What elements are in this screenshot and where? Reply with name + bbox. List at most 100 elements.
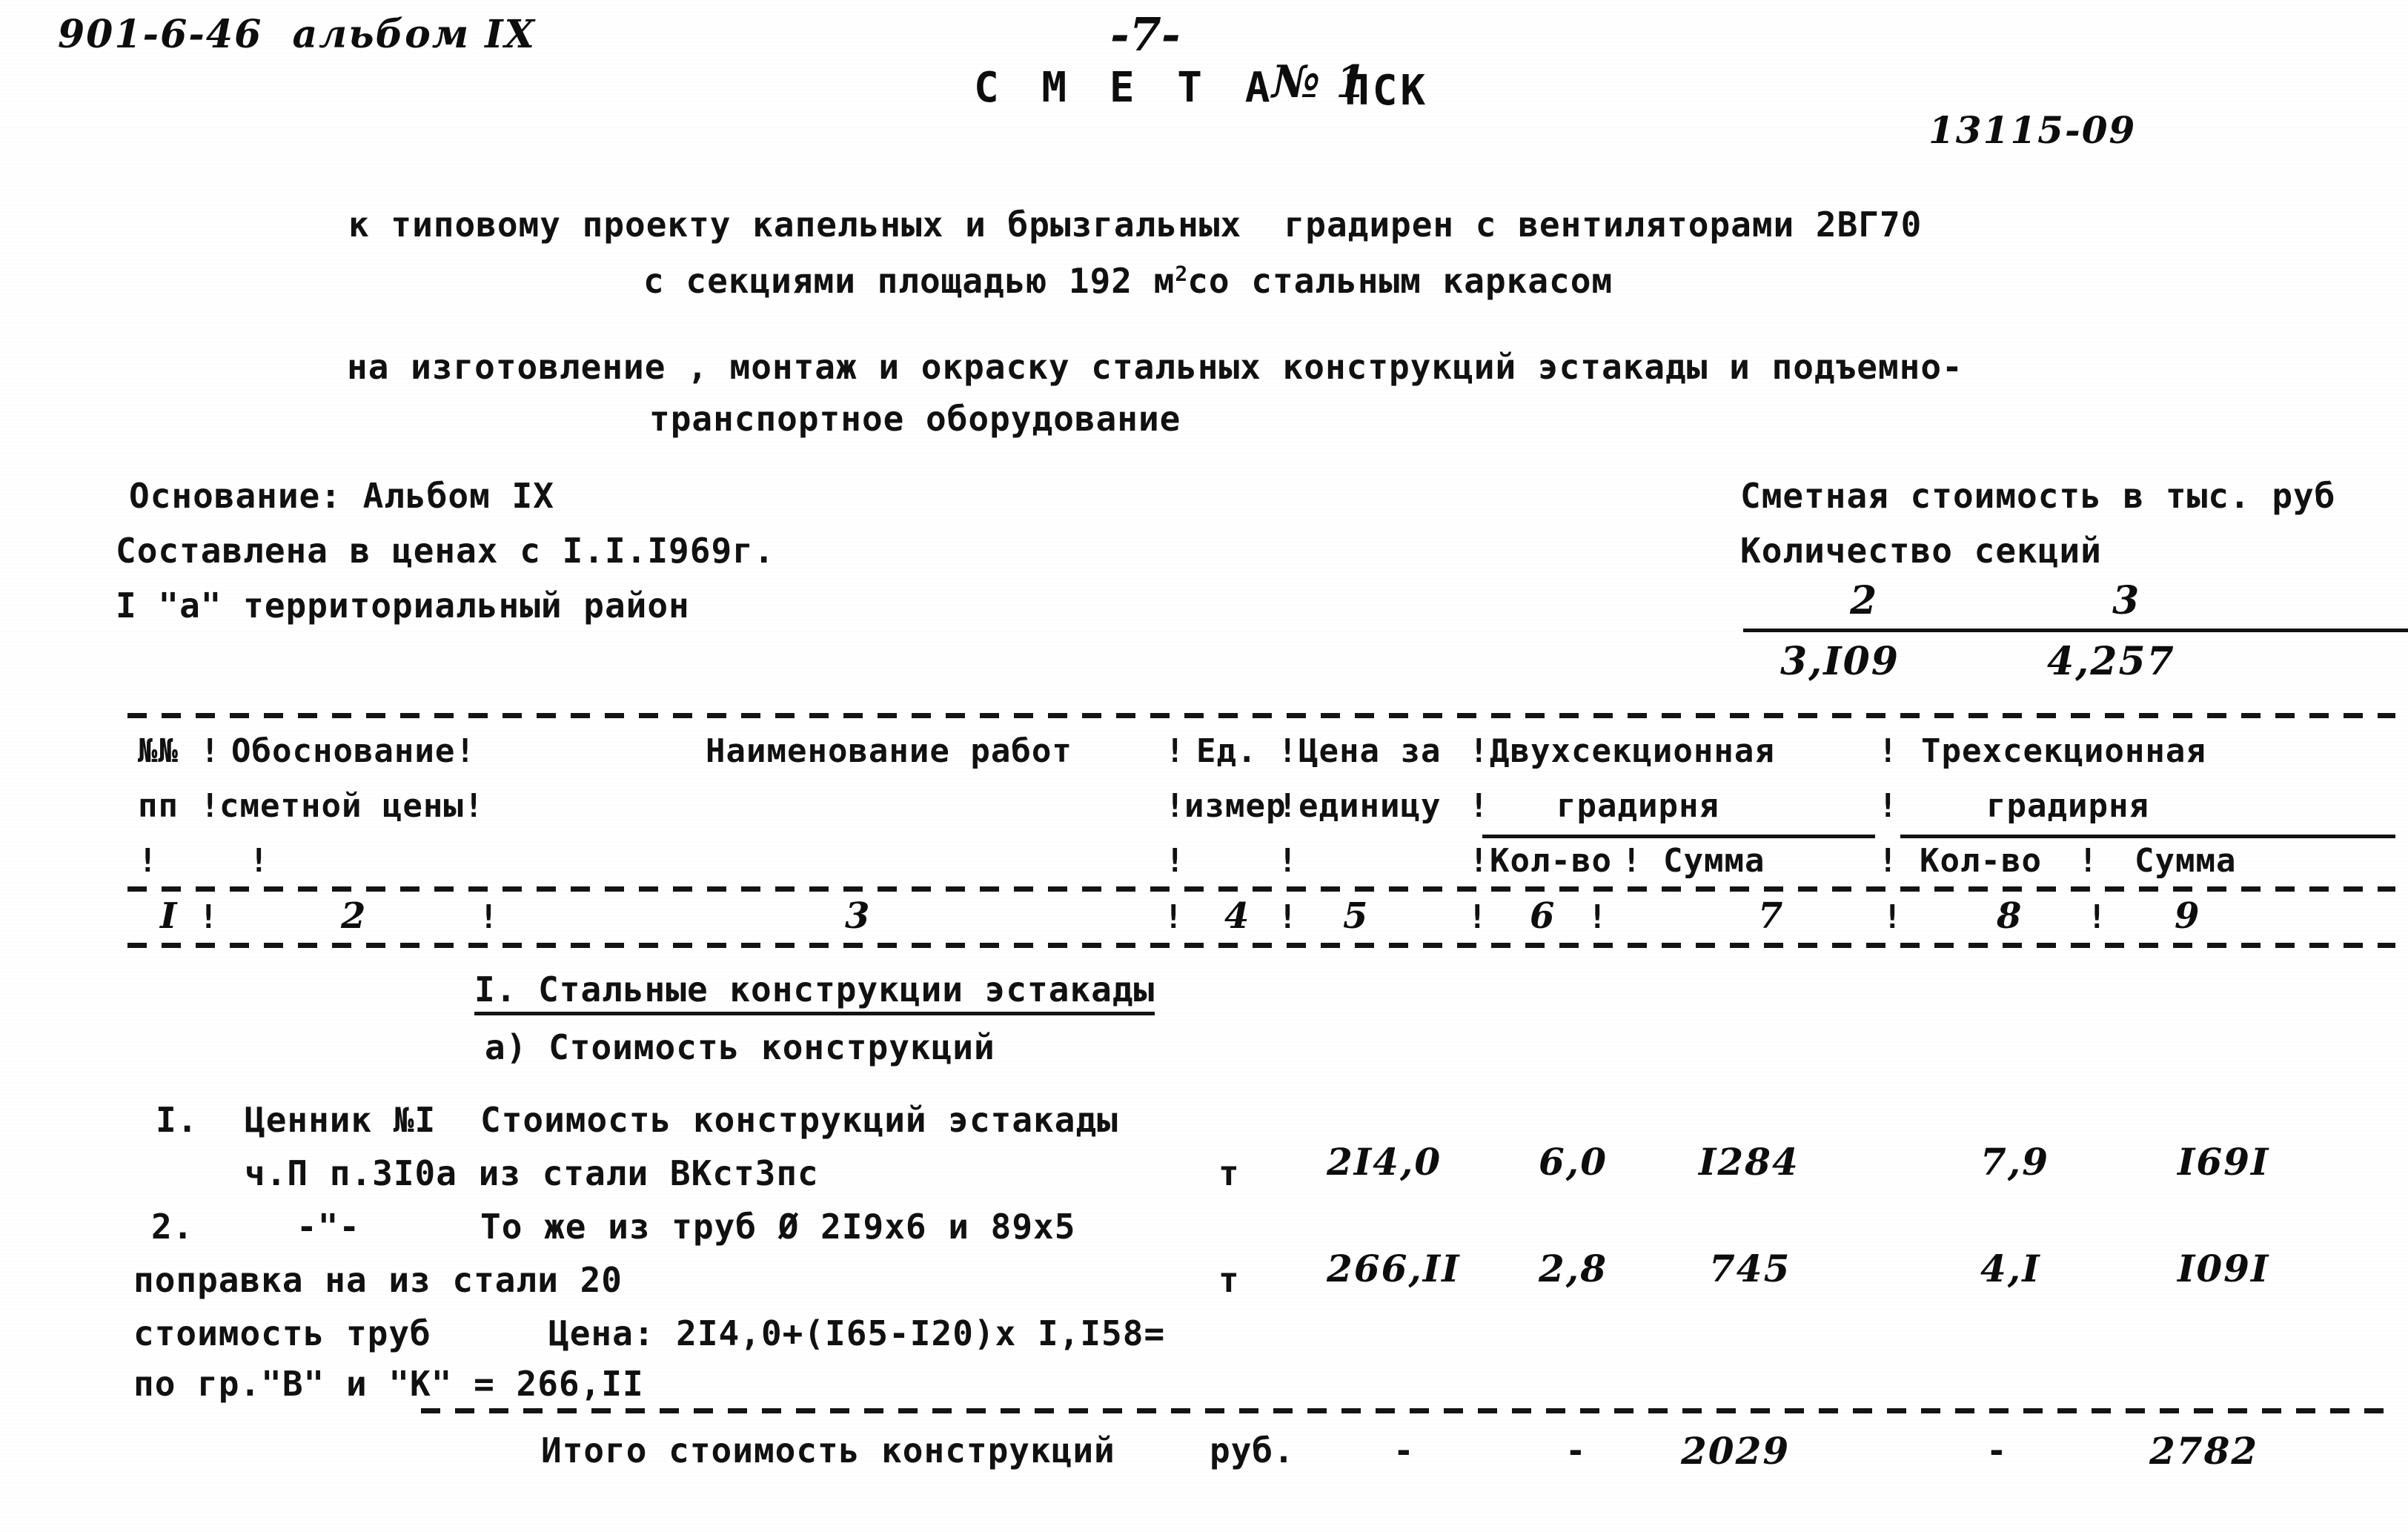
table-row-1-price: 2I4,0 (1327, 1140, 1442, 1184)
table-header-sep-9: ! (1469, 787, 1490, 825)
table-header-col1-line1: №№ (138, 732, 179, 770)
table-header-col2-line2: сметной цены! (219, 787, 485, 825)
cost-summary-value-3: 4,257 (2047, 639, 2175, 684)
table-header-sub-sum-2: Сумма (1663, 842, 1765, 880)
table-header-sub-qty-3: Кол-во (1920, 842, 2042, 880)
table-row-1-sum-2: I284 (1699, 1140, 1800, 1184)
table-colnum-sep-7: ! (1883, 898, 1903, 936)
section-heading: I. Стальные конструкции эстакады (474, 969, 1155, 1015)
table-header-group3-line1: Трехсекционная (1921, 732, 2206, 770)
basis-line-3: I "а" территориальный район (116, 586, 690, 626)
section-heading-text: I. Стальные конструкции эстакады (474, 969, 1155, 1015)
table-colnum-5: 5 (1343, 895, 1370, 937)
table-header-sep-14: ! (1278, 842, 1298, 880)
table-row-2-basis: -"- (296, 1207, 361, 1247)
table-header-sep-10: ! (1878, 787, 1899, 825)
table-colnum-4: 4 (1224, 895, 1251, 937)
table-header-sep-7: ! (1165, 787, 1186, 825)
total-row-unit: руб. (1210, 1430, 1295, 1470)
table-header-sep-18: ! (2078, 842, 2099, 880)
table-colnum-3: 3 (845, 895, 872, 937)
table-row-1-num: I. (156, 1100, 199, 1140)
table-row-1-qty-3: 7,9 (1980, 1140, 2049, 1184)
table-header-sep-12: ! (249, 842, 270, 880)
table-header-sep-13: ! (1165, 842, 1186, 880)
table-colnum-6: 6 (1530, 895, 1556, 937)
heading-line-2-text: с секциями площадью 192 м (643, 261, 1175, 301)
table-colnum-1: I (160, 895, 179, 937)
heading-line-1: к типовому проекту капельных и брызгальн… (348, 205, 1923, 245)
total-row-label: Итого стоимость конструкций (541, 1430, 1115, 1470)
table-header-bottom-border (127, 886, 2395, 892)
table-row-2-desc-line-1: То же из труб Ø 2I9x6 и 89x5 (480, 1207, 1076, 1247)
table-row-2-qty-3: 4,I (1980, 1247, 2041, 1290)
table-row-2-sum-2: 745 (1709, 1247, 1791, 1290)
table-row-2-desc-line-3b: Цена: 2I4,0+(I65-I20)x I,I58= (548, 1313, 1166, 1353)
total-top-border (421, 1408, 2395, 1413)
table-row-2-desc-line-2: поправка на из стали 20 (133, 1260, 623, 1300)
table-header-col4-line2: измер (1184, 787, 1287, 825)
table-header-sep-5: ! (1878, 732, 1899, 770)
total-row-qty-3: - (1986, 1430, 2008, 1470)
table-header-col3-line1: Наименование работ (706, 732, 1072, 770)
table-row-1-unit: т (1218, 1153, 1240, 1193)
table-row-2-qty-2: 2,8 (1539, 1247, 1608, 1290)
table-row-1-desc-line-1: Стоимость конструкций эстакады (480, 1100, 1118, 1140)
table-header-sep-2: ! (1165, 732, 1186, 770)
table-header-sep-15: ! (1469, 842, 1490, 880)
table-colnum-bottom-border (127, 943, 2395, 948)
cost-summary-value-2: 3,I09 (1780, 639, 1900, 684)
table-header-col5-line2: единицу (1298, 787, 1442, 825)
table-header-sep-6: ! (200, 787, 221, 825)
handwritten-margin-note: 901-6-46 альбом IX (58, 12, 536, 57)
table-header-group3-line2: градирня (1986, 787, 2149, 825)
cost-summary-rule (1743, 629, 2408, 632)
table-colnum-sep-3: ! (1164, 898, 1184, 936)
table-row-2-sum-3: I09I (2178, 1247, 2270, 1290)
document-page: 901-6-46 альбом IX -7- С М Е Т А № 1 ПСК… (0, 0, 2408, 1532)
table-header-col1-line2: пп (138, 787, 179, 825)
table-colnum-8: 8 (1997, 895, 2023, 937)
heading-line-2-tail: со стальным каркасом (1187, 261, 1613, 301)
cost-summary-col-header-2: 2 (1850, 578, 1879, 623)
table-header-sub-qty-2: Кол-во (1490, 842, 1612, 880)
table-row-2-unit: т (1218, 1260, 1240, 1300)
heading-line-2: с секциями площадью 192 м2со стальным ка… (643, 261, 1613, 301)
total-row-sum-3: 2782 (2149, 1429, 2259, 1473)
table-row-1-basis: Ценник №I (245, 1100, 437, 1140)
table-colnum-2: 2 (341, 895, 368, 937)
area-exponent: 2 (1175, 261, 1188, 286)
table-colnum-sep-5: ! (1467, 898, 1488, 936)
table-colnum-sep-6: ! (1588, 898, 1608, 936)
table-colnum-sep-1: ! (199, 898, 219, 936)
table-header-sub-sum-3: Сумма (2135, 842, 2237, 880)
table-row-2-desc-line-3a: стоимость труб (133, 1313, 431, 1353)
table-row-1-qty-2: 6,0 (1539, 1140, 1608, 1184)
table-row-2-num: 2. (151, 1207, 194, 1247)
total-row-qty-2: - (1565, 1430, 1587, 1470)
table-row-1-desc-line-2: ч.П п.3I0а из стали ВКст3пс (245, 1153, 819, 1193)
cost-summary-col-header-3: 3 (2112, 578, 2141, 623)
basis-line-2: Составлена в ценах с I.I.I969г. (116, 531, 775, 571)
basis-line-1: Основание: Альбом IX (129, 476, 554, 516)
table-header-sep-1: ! (200, 732, 221, 770)
total-row-sum-2: 2029 (1681, 1429, 1791, 1473)
document-title-suffix: ПСК (1344, 67, 1429, 115)
section-subheading: а) Стоимость конструкций (485, 1027, 995, 1067)
table-colnum-sep-8: ! (2087, 898, 2108, 936)
table-header-sep-11: ! (138, 842, 159, 880)
table-header-sep-3: ! (1278, 732, 1298, 770)
table-header-sep-8: ! (1278, 787, 1298, 825)
table-header-sep-4: ! (1469, 732, 1490, 770)
document-title-prefix: С М Е Т А (974, 64, 1279, 112)
group3-underline (1900, 835, 2395, 838)
table-colnum-7: 7 (1758, 895, 1785, 937)
table-header-sep-17: ! (1878, 842, 1899, 880)
heading-line-3: на изготовление , монтаж и окраску сталь… (347, 347, 1963, 387)
cost-summary-label-1: Сметная стоимость в тыс. руб (1740, 476, 2336, 516)
table-colnum-sep-2: ! (479, 898, 500, 936)
table-top-border (127, 713, 2395, 718)
table-row-2-price: 266,II (1327, 1247, 1461, 1290)
table-colnum-9: 9 (2175, 895, 2201, 937)
total-row-price: - (1393, 1430, 1415, 1470)
